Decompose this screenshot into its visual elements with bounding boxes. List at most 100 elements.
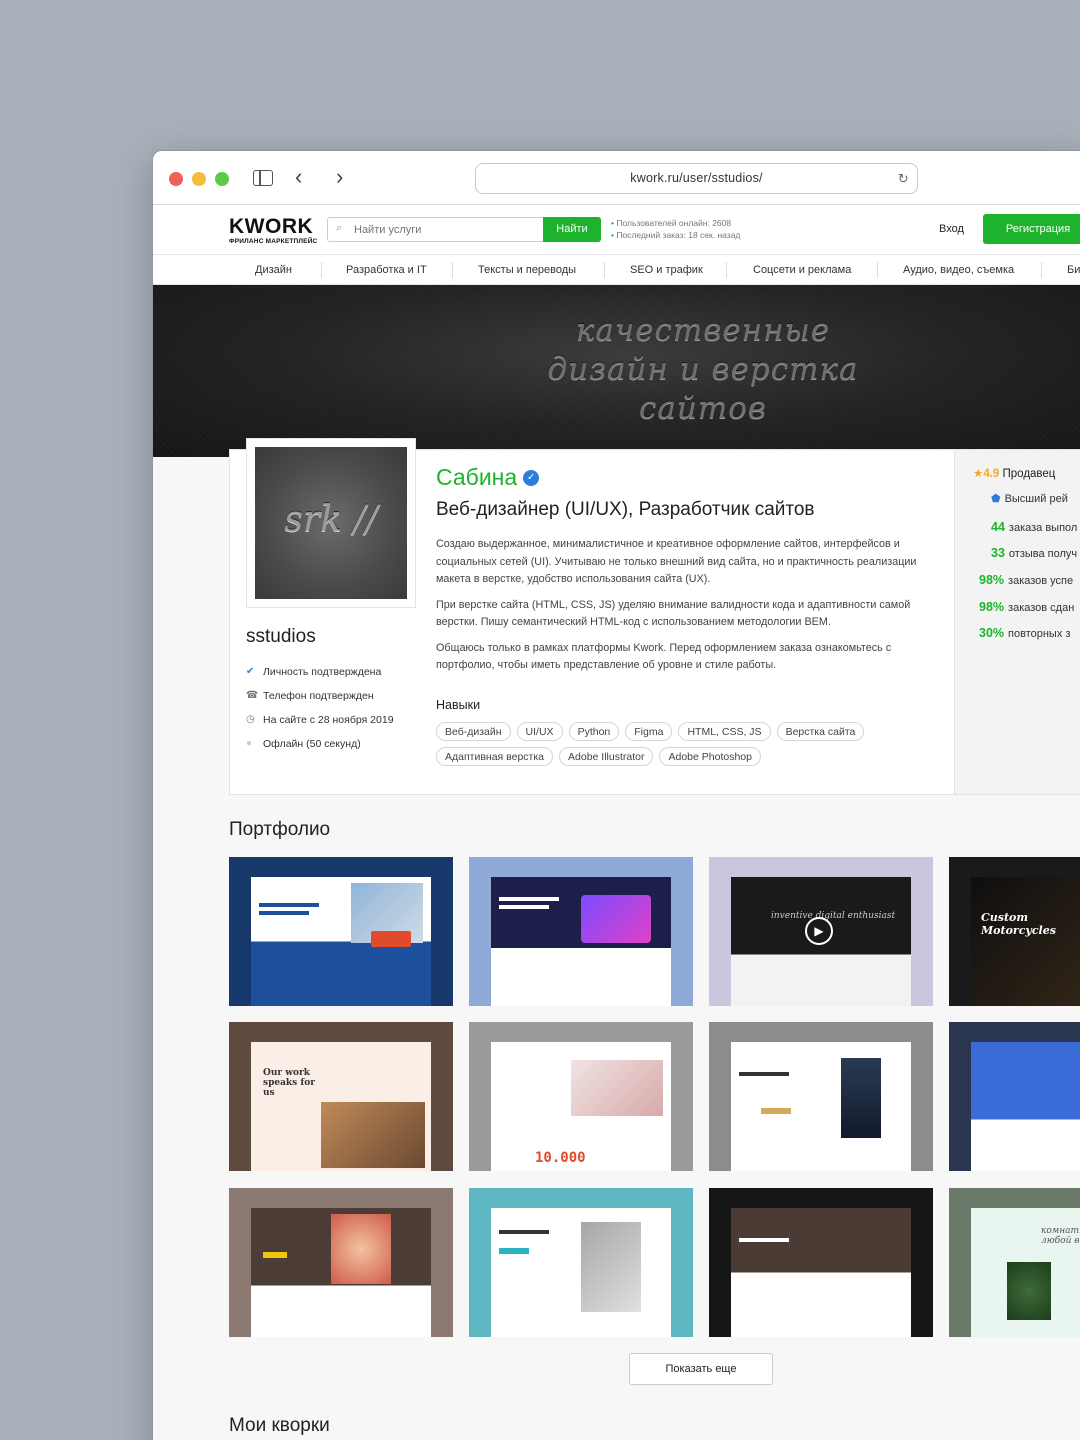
avatar: srk // [255, 447, 407, 599]
search-input[interactable] [354, 218, 534, 241]
category-divider [321, 262, 322, 278]
about-paragraph: Создаю выдержанное, минималистичное и кр… [436, 538, 917, 585]
portfolio-preview [731, 1042, 911, 1171]
portfolio-preview: 10.000 [491, 1042, 671, 1171]
preview-headline: Custom Motorcycles [981, 911, 1056, 937]
category-social[interactable]: Соцсети и реклама [753, 255, 851, 285]
category-audio-video[interactable]: Аудио, видео, съемка [903, 255, 1014, 285]
portfolio-item[interactable] [709, 1188, 933, 1337]
skills-list: Веб-дизайн UI/UX Python Figma HTML, CSS,… [436, 722, 946, 766]
preview-line [499, 905, 549, 909]
sidebar-toggle-icon[interactable] [253, 170, 273, 186]
portfolio-preview [251, 1208, 431, 1337]
seller-rank: ⬟ Высший рей [991, 493, 1068, 505]
preview-image [841, 1058, 881, 1138]
category-divider [726, 262, 727, 278]
zoom-window-button[interactable] [215, 172, 229, 186]
portfolio-item[interactable]: Our work speaks for us [229, 1022, 453, 1171]
skills-heading: Навыки [436, 698, 481, 712]
play-icon[interactable]: ▶ [805, 917, 833, 945]
preview-line [499, 1230, 549, 1234]
close-window-button[interactable] [169, 172, 183, 186]
forward-arrow-icon[interactable]: › [336, 165, 343, 189]
preview-line [499, 897, 559, 901]
portfolio-preview [491, 1208, 671, 1337]
login-link[interactable]: Вход [939, 223, 964, 235]
preview-headline: Our work speaks for us [263, 1068, 315, 1098]
category-seo[interactable]: SEO и трафик [630, 255, 703, 285]
profile-name: Сабина ✓ [436, 464, 540, 491]
about-text: Создаю выдержанное, минималистичное и кр… [436, 536, 926, 683]
preview-accent [761, 1108, 791, 1114]
portfolio-item[interactable]: комнатные рас на любой вк [949, 1188, 1080, 1337]
preview-image [571, 1060, 663, 1116]
fact-phone: ☎ Телефон подтвержден [246, 690, 374, 702]
portfolio-preview [971, 1042, 1080, 1171]
category-divider [604, 262, 605, 278]
address-bar[interactable]: kwork.ru/user/sstudios/ ↻ [475, 163, 918, 194]
fact-member-since: ◷ На сайте с 28 ноября 2019 [246, 714, 394, 726]
category-texts[interactable]: Тексты и переводы [478, 255, 576, 285]
reload-icon[interactable]: ↻ [898, 164, 909, 193]
portfolio-item[interactable] [229, 1188, 453, 1337]
category-nav: Дизайн Разработка и IT Тексты и переводы… [153, 255, 1080, 285]
preview-image [1007, 1262, 1051, 1320]
skill-tag[interactable]: Веб-дизайн [436, 722, 511, 741]
preview-image [581, 895, 651, 943]
skill-tag[interactable]: Adobe Illustrator [559, 747, 654, 766]
seller-stats-panel: ★4.9 Продавец ⬟ Высший рей 44 заказа выпол… [954, 450, 1080, 794]
portfolio-item[interactable] [949, 1022, 1080, 1171]
skill-tag[interactable]: Python [568, 722, 620, 741]
kwork-logo[interactable]: KWORK ФРИЛАНС МАРКЕТПЛЕЙС [229, 215, 317, 245]
skill-tag[interactable]: Figma [625, 722, 673, 741]
preview-image [321, 1102, 425, 1168]
back-arrow-icon[interactable]: ‹ [295, 165, 302, 189]
skill-tag[interactable]: HTML, CSS, JS [678, 722, 771, 741]
metric-success-rate: 98% заказов успе [979, 573, 1074, 587]
portfolio-item[interactable] [709, 1022, 933, 1171]
fact-identity: ✔ Личность подтверждена [246, 666, 382, 678]
skill-tag[interactable]: UI/UX [516, 722, 563, 741]
category-divider [1041, 262, 1042, 278]
portfolio-preview: Custom Motorcycles [971, 877, 1080, 1006]
show-more-button[interactable]: Показать еще [629, 1353, 773, 1385]
portfolio-item[interactable]: Custom Motorcycles [949, 857, 1080, 1006]
portfolio-item[interactable] [469, 857, 693, 1006]
search-button[interactable]: Найти [543, 217, 601, 242]
profile-cover: качественные дизайн и верстка сайтов [153, 285, 1080, 457]
preview-line [739, 1238, 789, 1242]
portfolio-preview [491, 877, 671, 1006]
avatar-logo-text: srk // [284, 499, 378, 540]
portfolio-preview [251, 877, 431, 1006]
preview-headline: 10.000 [535, 1150, 586, 1166]
fact-status: ● Офлайн (50 секунд) [246, 738, 361, 750]
portfolio-item[interactable] [469, 1188, 693, 1337]
metric-orders-done: 44 заказа выпол [991, 520, 1078, 534]
profile-card: srk // sstudios ✔ Личность подтверждена ☎… [229, 438, 1080, 795]
kworks-heading: Мои кворки [229, 1415, 330, 1436]
logo-wordmark: KWORK [229, 215, 314, 238]
search-icon: ⌕ [336, 222, 343, 234]
status-dot-icon: ● [246, 738, 253, 749]
category-dev-it[interactable]: Разработка и IT [346, 255, 427, 285]
skill-tag[interactable]: Адаптивная верстка [436, 747, 554, 766]
last-order-stat: Последний заказ: 18 сек. назад [616, 230, 741, 240]
portfolio-item[interactable]: inventive digital enthusiast ▶ [709, 857, 933, 1006]
cover-text: качественные дизайн и верстка сайтов [547, 312, 859, 426]
avatar-frame: srk // [246, 438, 416, 608]
preview-headline: комнатные рас на любой вк [1041, 1226, 1080, 1246]
preview-accent [371, 931, 411, 947]
portfolio-item[interactable] [229, 857, 453, 1006]
category-business[interactable]: Би [1067, 255, 1080, 285]
star-icon: ★ [973, 468, 984, 480]
preview-image [581, 1222, 641, 1312]
metric-on-time-rate: 98% заказов сдан [979, 600, 1075, 614]
category-design[interactable]: Дизайн [255, 255, 292, 285]
skill-tag[interactable]: Adobe Photoshop [659, 747, 761, 766]
portfolio-item[interactable]: 10.000 [469, 1022, 693, 1171]
register-button[interactable]: Регистрация [983, 214, 1080, 244]
site-header: KWORK ФРИЛАНС МАРКЕТПЛЕЙС ⌕ Найти • Поль… [153, 205, 1080, 255]
skill-tag[interactable]: Верстка сайта [776, 722, 865, 741]
category-divider [877, 262, 878, 278]
minimize-window-button[interactable] [192, 172, 206, 186]
